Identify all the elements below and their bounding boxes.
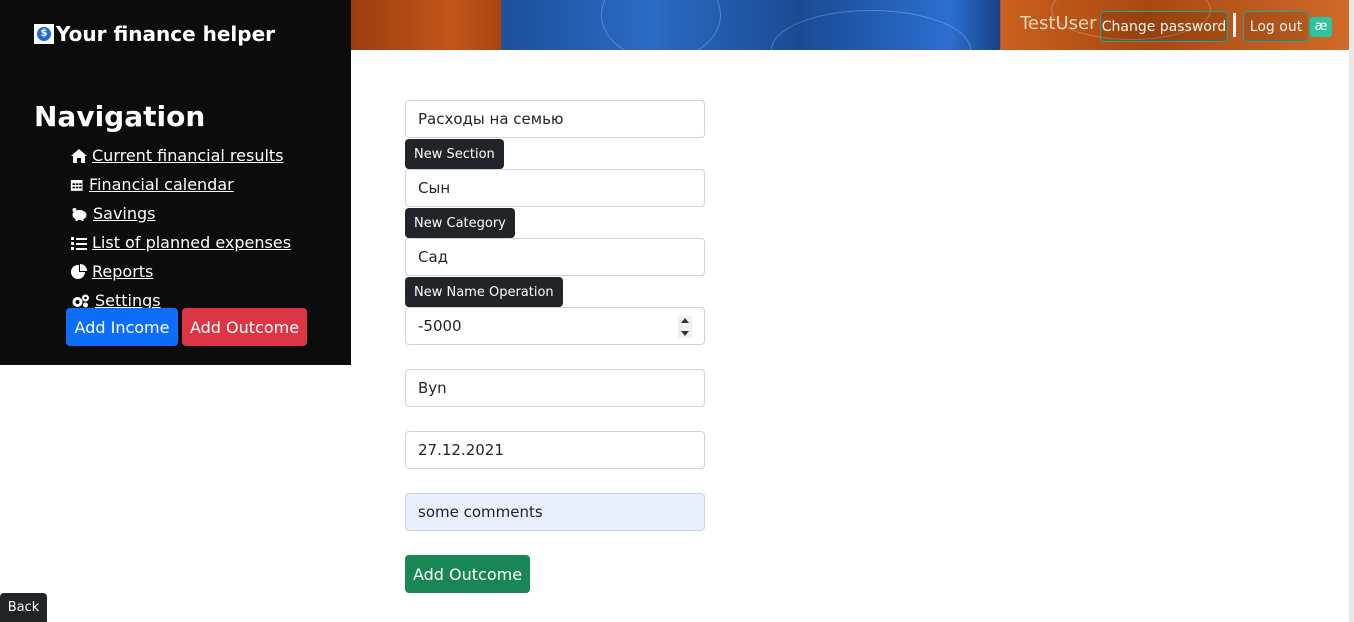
- section-tooltip: New Section: [405, 139, 504, 169]
- currency-select[interactable]: Byn: [405, 369, 705, 407]
- nav-link-reports[interactable]: Reports: [70, 262, 153, 281]
- gears-icon: [72, 294, 89, 307]
- separator: [1233, 13, 1236, 37]
- nav-link-financial-calendar[interactable]: Financial calendar: [70, 175, 234, 194]
- category-input[interactable]: Сын: [405, 169, 705, 207]
- sidebar: $ Your finance helper Navigation Current…: [0, 0, 351, 365]
- nav-label: Current financial results: [92, 146, 284, 165]
- nav-label: List of planned expenses: [92, 233, 292, 252]
- amount-input[interactable]: -5000: [405, 307, 705, 345]
- log-out-button[interactable]: Log out: [1243, 11, 1309, 42]
- nav-item-savings: Savings: [70, 199, 291, 228]
- home-icon: [71, 148, 87, 163]
- stepper-up-icon[interactable]: [681, 318, 689, 323]
- dollar-coin-icon: $: [34, 24, 54, 44]
- nav-link-savings[interactable]: Savings: [70, 204, 156, 223]
- nav-link-current-results[interactable]: Current financial results: [70, 146, 284, 165]
- nav-item-reports: Reports: [70, 257, 291, 286]
- section-input[interactable]: Расходы на семью: [405, 100, 705, 138]
- piggy-bank-icon: [72, 207, 87, 221]
- brand-title: Your finance helper: [56, 22, 276, 46]
- add-outcome-nav-button[interactable]: Add Outcome: [182, 308, 307, 346]
- list-icon: [71, 236, 87, 250]
- add-income-button[interactable]: Add Income: [66, 308, 178, 346]
- stepper-down-icon[interactable]: [681, 331, 689, 336]
- page-scrollbar[interactable]: [1349, 0, 1354, 622]
- nav-label: Reports: [92, 262, 154, 281]
- date-input[interactable]: 27.12.2021: [405, 431, 705, 469]
- username: TestUser: [1020, 13, 1097, 34]
- comment-input[interactable]: some comments: [405, 493, 705, 531]
- amount-value: -5000: [418, 317, 462, 335]
- change-password-button[interactable]: Change password: [1100, 11, 1228, 42]
- category-tooltip: New Category: [405, 208, 515, 238]
- amount-stepper[interactable]: [678, 316, 692, 338]
- nav-list: Current financial results Financial cale…: [70, 141, 291, 315]
- nav-title: Navigation: [34, 100, 206, 133]
- nav-item-planned-expenses: List of planned expenses: [70, 228, 291, 257]
- extension-icon[interactable]: æ: [1310, 17, 1332, 37]
- operation-name-tooltip: New Name Operation: [405, 277, 563, 307]
- brand[interactable]: $ Your finance helper: [34, 22, 275, 46]
- nav-item-current-results: Current financial results: [70, 141, 291, 170]
- nav-item-financial-calendar: Financial calendar: [70, 170, 291, 199]
- calendar-icon: [70, 179, 83, 191]
- back-button[interactable]: Back: [0, 593, 47, 622]
- nav-link-planned-expenses[interactable]: List of planned expenses: [70, 233, 291, 252]
- pie-chart-icon: [71, 263, 87, 279]
- add-outcome-submit-button[interactable]: Add Outcome: [405, 555, 530, 593]
- operation-name-input[interactable]: Сад: [405, 238, 705, 276]
- nav-label: Savings: [93, 204, 156, 223]
- nav-label: Financial calendar: [89, 175, 234, 194]
